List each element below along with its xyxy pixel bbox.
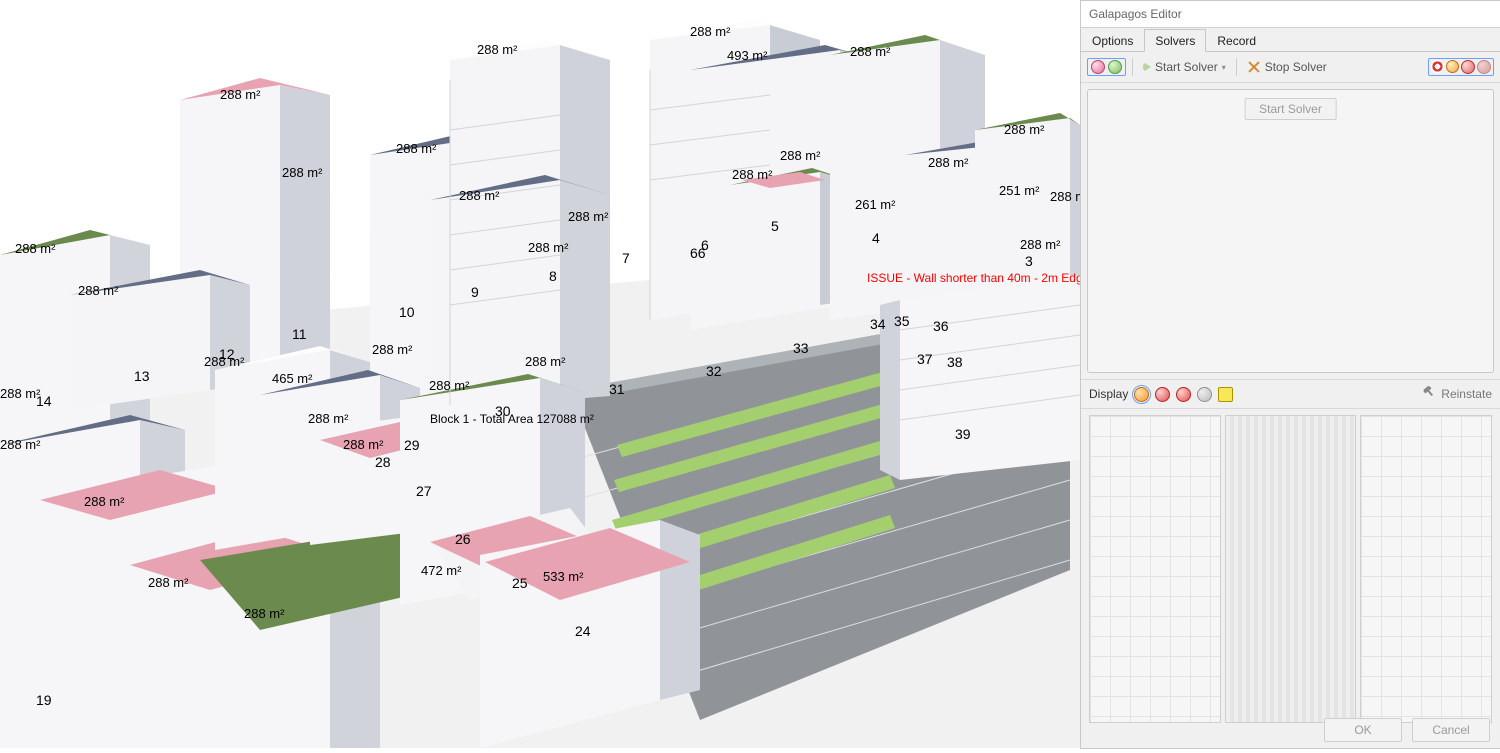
stop-solver-label: Stop Solver xyxy=(1265,60,1327,74)
genome-graph-right[interactable] xyxy=(1360,415,1492,723)
ok-button[interactable]: OK xyxy=(1324,718,1402,742)
dialog-buttons: OK Cancel xyxy=(1324,718,1490,742)
display-label: Display xyxy=(1089,387,1128,401)
stop-solver-button[interactable]: Stop Solver xyxy=(1243,58,1331,76)
toolbar-right-group xyxy=(1428,58,1494,76)
display-mode-radiation[interactable] xyxy=(1218,387,1233,402)
pin-icon xyxy=(1423,386,1440,403)
chevron-down-icon: ▾ xyxy=(1222,63,1226,72)
display-mode-1[interactable] xyxy=(1134,387,1149,402)
hot-icon[interactable] xyxy=(1461,60,1475,74)
solver-type-annealing-icon[interactable] xyxy=(1108,60,1122,74)
fitness-graph-area: Start Solver xyxy=(1087,89,1494,373)
reinstate-label: Reinstate xyxy=(1441,387,1492,401)
display-bar: Display Reinstate xyxy=(1081,379,1500,409)
3d-viewport[interactable]: 288 m²288 m²288 m²288 m²288 m²288 m²288 … xyxy=(0,0,1080,748)
genome-graph-left[interactable] xyxy=(1089,415,1221,723)
display-mode-2[interactable] xyxy=(1155,387,1170,402)
display-mode-3[interactable] xyxy=(1176,387,1191,402)
viewport-svg xyxy=(0,0,1080,748)
toolbar-sep xyxy=(1132,58,1133,76)
cool-icon[interactable] xyxy=(1477,60,1491,74)
tab-solvers[interactable]: Solvers xyxy=(1144,29,1206,52)
solver-toolbar: Start Solver ▾ Stop Solver xyxy=(1081,52,1500,83)
galapagos-panel: Galapagos Editor Options Solvers Record … xyxy=(1080,0,1500,749)
panel-title: Galapagos Editor xyxy=(1081,1,1500,28)
clock-icon[interactable] xyxy=(1446,60,1459,73)
play-icon xyxy=(1143,62,1151,72)
tab-options[interactable]: Options xyxy=(1081,29,1144,52)
target-icon[interactable] xyxy=(1431,60,1444,73)
toolbar-sep-2 xyxy=(1236,58,1237,76)
genome-graphs xyxy=(1081,409,1500,729)
start-solver-button[interactable]: Start Solver ▾ xyxy=(1139,58,1230,76)
cancel-button[interactable]: Cancel xyxy=(1412,718,1490,742)
stop-icon xyxy=(1247,60,1261,74)
start-solver-label: Start Solver xyxy=(1155,60,1218,74)
start-solver-center-button[interactable]: Start Solver xyxy=(1244,98,1337,120)
reinstate-button[interactable]: Reinstate xyxy=(1425,387,1492,401)
tab-record[interactable]: Record xyxy=(1206,29,1267,52)
tabs: Options Solvers Record xyxy=(1081,28,1500,52)
display-mode-4[interactable] xyxy=(1197,387,1212,402)
solver-type-evolutionary-icon[interactable] xyxy=(1091,60,1105,74)
genome-graph-mid[interactable] xyxy=(1225,415,1357,723)
